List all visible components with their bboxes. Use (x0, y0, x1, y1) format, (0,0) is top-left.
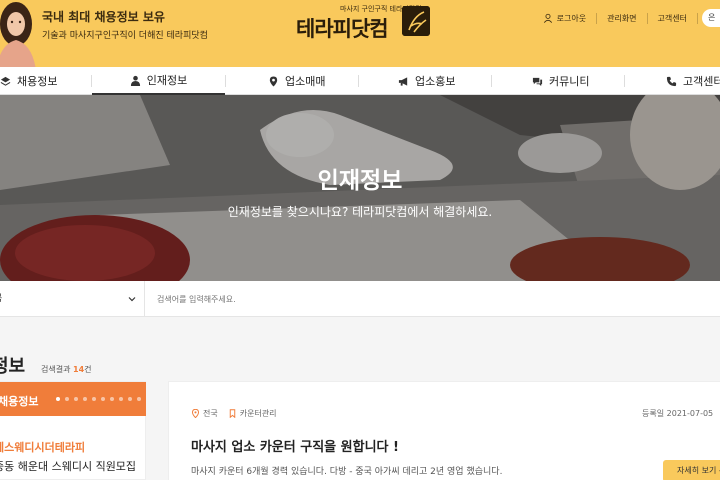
phone-icon (666, 76, 677, 86)
nav-divider (358, 75, 359, 87)
logout-link[interactable]: 로그아웃 (533, 12, 598, 24)
nav-item-community[interactable]: 커뮤니티 (532, 67, 589, 95)
map-pin-icon (192, 409, 199, 418)
card-title[interactable]: 마사지 업소 카운터 구직을 원합니다 ! (191, 436, 399, 455)
megaphone-icon (398, 76, 408, 86)
date-label: 등록일 (642, 409, 665, 418)
support-link[interactable]: 고객센터 (648, 12, 698, 24)
user-icon (543, 13, 552, 23)
admin-link[interactable]: 관리화면 (597, 12, 648, 24)
carousel-dot[interactable] (128, 397, 132, 401)
recommended-header: 채용정보 (0, 382, 146, 416)
card-date: 등록일 2021-07-05 조 (642, 408, 720, 419)
site-logo[interactable]: 마사지 구인구직 테라피닷컴 테라피닷컴 (296, 2, 436, 42)
promo-subtitle: 기술과 마사지구인구직이 더해진 테라피닷컴 (42, 31, 208, 41)
recommended-description-more: .... (0, 474, 8, 480)
location-label: 전국 (203, 409, 218, 418)
admin-label: 관리화면 (607, 13, 637, 23)
nav-item-customer-center[interactable]: 고객센터 (666, 67, 720, 95)
carousel-dot[interactable] (110, 397, 114, 401)
carousel-dot[interactable] (92, 397, 96, 401)
view-detail-button[interactable]: 자세히 보기 - (663, 460, 720, 480)
hero-subtitle: 인재정보를 찾으시나요? 테라피닷컴에서 해결하세요. (227, 205, 493, 219)
category-tag: 카운터관리 (228, 408, 277, 419)
map-pin-icon (269, 75, 278, 87)
carousel-dot[interactable] (101, 397, 105, 401)
card-tags: 전국 카운터관리 (191, 408, 277, 419)
hero-banner: 인재정보 인재정보를 찾으시나요? 테라피닷컴에서 해결하세요. (0, 95, 720, 281)
recommended-jobs-panel: 채용정보 에스웨디시더테라피 중동 해운대 스웨디시 직원모집 .... (0, 381, 146, 480)
layers-icon (0, 76, 11, 86)
carousel-dot[interactable] (119, 397, 123, 401)
main-nav: 채용정보 인재정보 업소매매 업소홍보 커뮤니티 고객센터 (0, 67, 720, 95)
chat-icon (532, 77, 543, 86)
nav-divider (491, 75, 492, 87)
carousel-dot[interactable] (74, 397, 78, 401)
logo-text: 테라피닷컴 (296, 17, 389, 41)
bookmark-icon (229, 409, 235, 418)
location-tag: 전국 (191, 408, 218, 419)
nav-label-customer-center: 고객센터 (683, 75, 720, 88)
carousel-dot[interactable] (56, 397, 60, 401)
logout-label: 로그아웃 (556, 13, 587, 23)
support-label: 고객센터 (657, 13, 687, 23)
carousel-dot[interactable] (65, 397, 69, 401)
result-count-prefix: 검색결과 (41, 365, 71, 374)
search-bar: 목 (0, 281, 720, 317)
recommended-shop-name[interactable]: 에스웨디시더테라피 (0, 439, 85, 455)
result-count: 검색결과 14건 (41, 364, 92, 375)
search-category-value: 목 (0, 281, 2, 317)
util-pill-button[interactable]: 은 (702, 9, 720, 27)
search-input[interactable] (157, 292, 657, 306)
nav-label-talent: 인재정보 (146, 74, 188, 87)
category-label: 카운터관리 (239, 409, 277, 418)
carousel-dot[interactable] (83, 397, 87, 401)
nav-item-jobs[interactable]: 채용정보 (0, 67, 57, 95)
nav-divider (225, 75, 226, 87)
nav-item-promotion[interactable]: 업소홍보 (398, 67, 455, 95)
logo-badge-icon (402, 6, 430, 36)
person-icon (130, 75, 140, 86)
card-description: 마사지 카운터 6개월 경력 있습니다. 다방 - 중국 아가씨 데리고 2년 … (191, 467, 503, 477)
result-count-suffix: 건 (84, 365, 92, 374)
talent-card[interactable]: 전국 카운터관리 등록일 2021-07-05 조 마사지 업소 카운터 구직을… (168, 381, 720, 480)
recommended-description[interactable]: 중동 해운대 스웨디시 직원모집 (0, 458, 136, 474)
recommended-heading: 채용정보 (0, 395, 39, 408)
carousel-dots (56, 397, 141, 401)
nav-item-business-sale[interactable]: 업소매매 (268, 67, 325, 95)
promo-illustration (0, 2, 36, 67)
date-value: 2021-07-05 (666, 409, 714, 418)
search-category-select[interactable]: 목 (0, 281, 145, 317)
carousel-dot[interactable] (137, 397, 141, 401)
top-banner: 국내 최대 채용정보 보유 기술과 마사지구인구직이 더해진 테라피닷컴 마사지… (0, 0, 720, 67)
nav-label-jobs: 채용정보 (17, 75, 58, 88)
promo-title: 국내 최대 채용정보 보유 (42, 10, 165, 24)
result-count-value: 14 (73, 365, 85, 374)
nav-label-business-sale: 업소매매 (285, 75, 326, 88)
nav-item-talent[interactable]: 인재정보 (92, 67, 225, 95)
chevron-down-icon (128, 297, 136, 302)
hero-title: 인재정보 (317, 168, 403, 194)
section-title: 정보 (0, 356, 26, 377)
nav-divider (624, 75, 625, 87)
nav-label-community: 커뮤니티 (549, 75, 590, 88)
nav-label-promotion: 업소홍보 (415, 75, 456, 88)
utility-menu: 로그아웃 관리화면 고객센터 은 (533, 8, 720, 28)
